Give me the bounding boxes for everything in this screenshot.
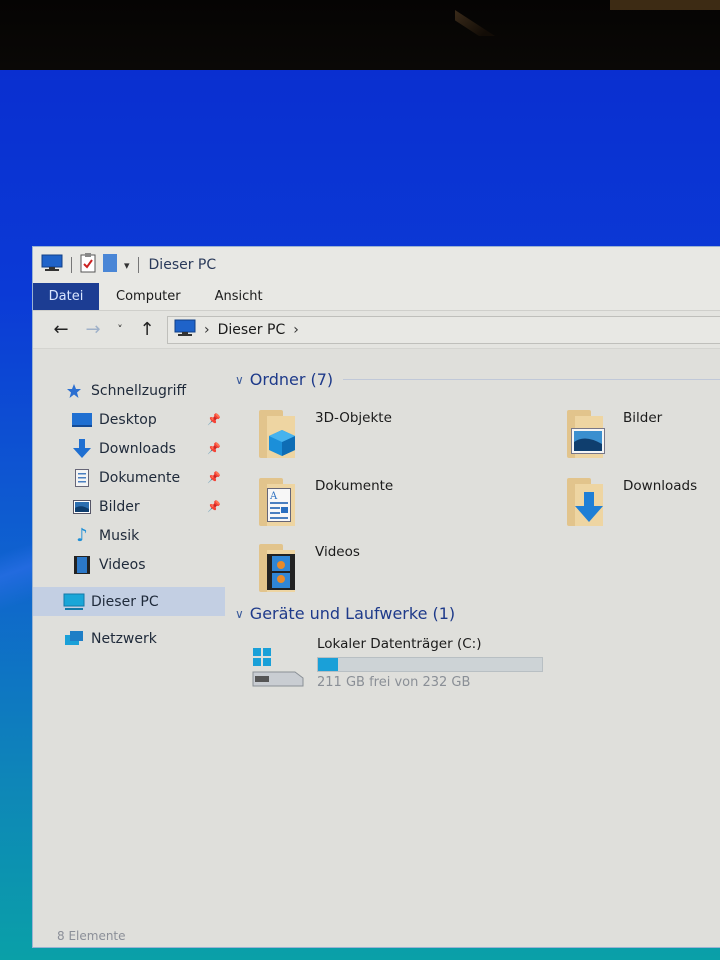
film-icon (267, 554, 295, 590)
sidebar-item-label: Schnellzugriff (91, 382, 187, 399)
breadcrumb-chevron-icon[interactable]: › (293, 322, 299, 338)
pictures-icon (71, 498, 93, 516)
cube-icon (269, 430, 295, 456)
drive-usage-bar (317, 657, 543, 672)
sidebar-item-this-pc[interactable]: Dieser PC (33, 587, 225, 616)
navigation-pane: Schnellzugriff Desktop 📌 Downloads 📌 Dok… (33, 350, 225, 947)
forward-button[interactable]: → (77, 319, 109, 340)
sidebar-item-label: Dieser PC (91, 593, 159, 610)
download-icon (71, 438, 93, 458)
pin-icon[interactable]: 📌 (207, 413, 221, 426)
back-button[interactable]: ← (45, 319, 77, 340)
document-icon: A (267, 488, 291, 522)
sidebar-item-documents[interactable]: Dokumente 📌 (33, 463, 225, 492)
recent-locations-button[interactable]: ˅ (109, 323, 131, 336)
folder-tile-pictures[interactable]: Bilder (563, 406, 662, 462)
new-folder-icon[interactable] (102, 253, 118, 277)
folder-icon (563, 406, 613, 462)
sidebar-item-label: Bilder (99, 498, 140, 515)
drive-usage-fill (318, 658, 339, 671)
drive-free-space: 211 GB frei von 232 GB (317, 675, 471, 690)
download-arrow-icon (575, 492, 603, 522)
breadcrumb-chevron-icon[interactable]: › (204, 322, 210, 338)
group-title: Geräte und Laufwerke (1) (249, 604, 456, 623)
drive-label: Lokaler Datenträger (C:) (317, 636, 482, 652)
file-explorer-window: ▾ Dieser PC Datei Computer Ansicht ← → ˅… (32, 246, 720, 948)
title-bar: ▾ Dieser PC (33, 247, 720, 283)
address-field[interactable]: › Dieser PC › (167, 315, 720, 344)
group-header-folders[interactable]: ∨ Ordner (7) (235, 370, 720, 389)
divider (343, 379, 720, 380)
tab-computer[interactable]: Computer (99, 283, 198, 310)
tab-view[interactable]: Ansicht (198, 283, 280, 310)
folder-icon: A (255, 474, 305, 530)
sidebar-item-label: Netzwerk (91, 630, 157, 647)
drive-tile-c[interactable]: Lokaler Datenträger (C:) 211 GB frei von… (251, 636, 543, 694)
up-button[interactable]: ↑ (131, 319, 163, 340)
computer-icon (63, 593, 85, 611)
sidebar-item-desktop[interactable]: Desktop 📌 (33, 405, 225, 434)
toolbar-separator (71, 257, 72, 273)
properties-icon[interactable] (80, 253, 96, 277)
customize-dropdown-icon[interactable]: ▾ (124, 259, 130, 272)
sidebar-item-quick-access[interactable]: Schnellzugriff (33, 376, 225, 405)
folder-tile-downloads[interactable]: Downloads (563, 474, 697, 530)
folder-label: Videos (315, 544, 360, 560)
chevron-down-icon[interactable]: ∨ (235, 373, 244, 387)
sidebar-item-label: Dokumente (99, 469, 181, 486)
ribbon-tabs: Datei Computer Ansicht (33, 283, 720, 311)
videos-icon (71, 555, 93, 574)
sidebar-item-downloads[interactable]: Downloads 📌 (33, 434, 225, 463)
chevron-down-icon[interactable]: ∨ (235, 607, 244, 621)
sidebar-item-network[interactable]: Netzwerk (33, 624, 225, 653)
background-reflection (610, 0, 720, 10)
window-title: Dieser PC (148, 257, 217, 273)
folder-tile-documents[interactable]: A Dokumente (255, 474, 393, 530)
folder-label: Dokumente (315, 478, 394, 494)
background-reflection (455, 10, 495, 36)
star-icon (63, 382, 85, 400)
main-pane: ∨ Ordner (7) 3D-Objekte Bilder A Dokumen… (225, 350, 720, 947)
music-icon: ♪ (76, 525, 88, 546)
tab-file[interactable]: Datei (33, 283, 99, 310)
computer-icon (174, 319, 196, 341)
address-bar: ← → ˅ ↑ › Dieser PC › (33, 311, 720, 349)
sidebar-item-label: Videos (99, 556, 146, 573)
folder-tile-videos[interactable]: Videos (255, 540, 360, 596)
desktop-icon (71, 411, 93, 429)
folder-icon (255, 406, 305, 462)
computer-icon[interactable] (41, 254, 63, 276)
group-title: Ordner (7) (249, 370, 334, 389)
status-bar-item-count: 8 Elemente (57, 929, 126, 943)
sidebar-item-label: Downloads (99, 440, 176, 457)
toolbar-separator (137, 257, 139, 273)
svg-text:A: A (269, 491, 278, 502)
group-header-drives[interactable]: ∨ Geräte und Laufwerke (1) (235, 604, 720, 623)
pin-icon[interactable]: 📌 (207, 500, 221, 513)
monitor-bezel (0, 0, 720, 72)
document-icon (71, 468, 93, 487)
picture-icon (571, 428, 605, 454)
sidebar-item-label: Desktop (99, 411, 157, 428)
pin-icon[interactable]: 📌 (207, 471, 221, 484)
sidebar-item-label: Musik (99, 527, 140, 544)
hard-drive-icon (251, 648, 307, 694)
folder-label: Bilder (623, 410, 663, 426)
sidebar-item-videos[interactable]: Videos (33, 550, 225, 579)
sidebar-item-music[interactable]: ♪ Musik (33, 521, 225, 550)
network-icon (63, 630, 85, 648)
folder-icon (563, 474, 613, 530)
content-area: Schnellzugriff Desktop 📌 Downloads 📌 Dok… (33, 350, 720, 947)
breadcrumb-this-pc[interactable]: Dieser PC (218, 322, 286, 338)
folder-tile-3d-objects[interactable]: 3D-Objekte (255, 406, 392, 462)
folder-label: Downloads (623, 478, 698, 494)
pin-icon[interactable]: 📌 (207, 442, 221, 455)
folder-icon (255, 540, 305, 596)
sidebar-item-pictures[interactable]: Bilder 📌 (33, 492, 225, 521)
folder-label: 3D-Objekte (315, 410, 392, 426)
